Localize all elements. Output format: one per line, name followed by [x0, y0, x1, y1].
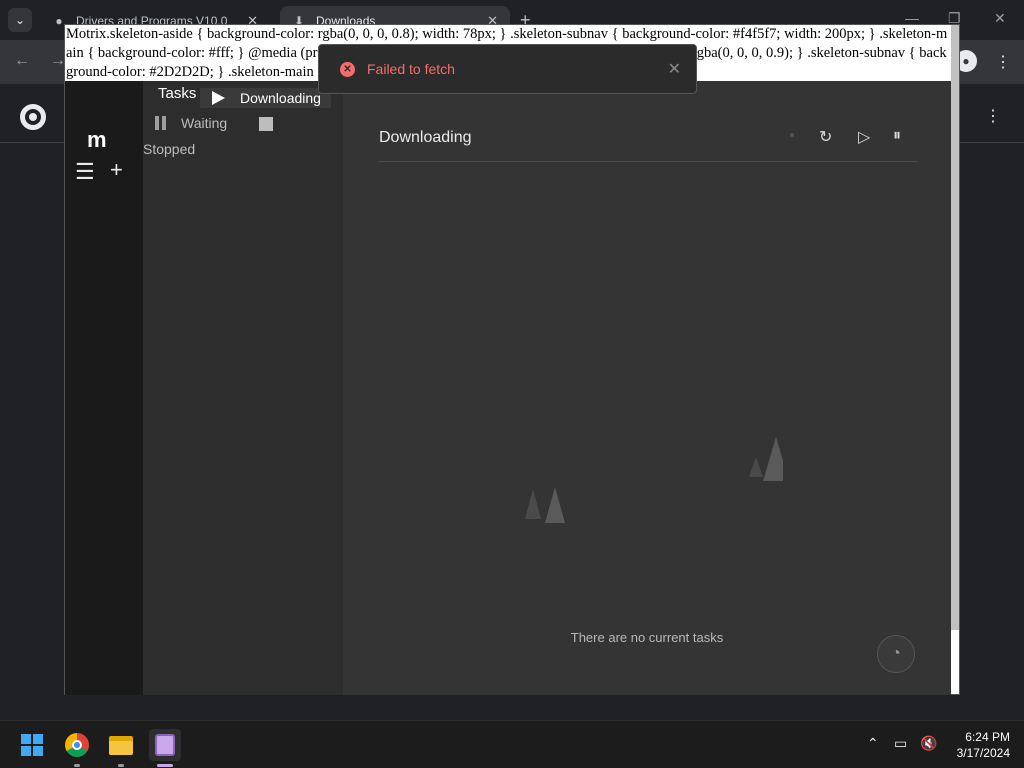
active-indicator [157, 764, 173, 767]
network-icon[interactable]: ▭ [894, 735, 907, 752]
resume-all-icon[interactable]: ▷ [858, 127, 870, 147]
header-divider [379, 161, 917, 162]
taskbar-file-explorer[interactable] [105, 729, 137, 767]
error-toast: ✕ Failed to fetch ✕ [318, 44, 697, 94]
windows-taskbar: ⌃ ▭ 🔇 6:24 PM 3/17/2024 [0, 720, 1024, 768]
empty-illustration [525, 437, 783, 523]
volume-muted-icon[interactable]: 🔇 [920, 735, 937, 752]
subnav-item-waiting[interactable]: Waiting [155, 115, 227, 131]
speedometer-icon[interactable]: ◔ [877, 635, 915, 673]
back-button[interactable]: ← [14, 52, 30, 70]
scrollbar[interactable] [951, 25, 959, 630]
play-icon [212, 91, 225, 105]
system-clock[interactable]: 6:24 PM 3/17/2024 [948, 729, 1010, 761]
chrome-menu-icon[interactable]: ⋮ [995, 52, 1011, 72]
running-indicator [74, 764, 80, 767]
taskbar-motrix[interactable] [149, 729, 181, 767]
pause-all-icon[interactable]: ⏸ [893, 127, 901, 145]
clock-time: 6:24 PM [965, 730, 1010, 744]
tree-shape [749, 457, 763, 477]
stop-icon[interactable] [259, 117, 273, 131]
subnav-item-label: Downloading [240, 90, 321, 106]
tree-shape [545, 487, 565, 523]
motrix-app-icon [155, 734, 175, 756]
subnav-item-label: Waiting [181, 115, 228, 131]
subnav-item-stopped[interactable]: Stopped [143, 141, 195, 157]
refresh-icon[interactable]: ↻ [819, 127, 832, 147]
close-window-icon[interactable]: ✕ [994, 10, 1006, 27]
error-icon: ✕ [340, 61, 355, 77]
tree-shape [763, 437, 783, 481]
clock-date: 3/17/2024 [956, 746, 1010, 760]
chevron-up-icon[interactable]: ⌃ [867, 735, 879, 752]
toast-message: Failed to fetch [367, 61, 455, 77]
empty-state-text: There are no current tasks [570, 630, 724, 645]
add-task-icon[interactable]: + [110, 157, 123, 183]
page-title: Downloading [379, 129, 472, 146]
motrix-main: Downloading ↻ ▷ ⏸ There are no current t… [343, 81, 951, 695]
taskbar-chrome[interactable] [61, 729, 93, 767]
menu-icon[interactable]: ☰ [75, 159, 95, 185]
chrome-logo-icon [20, 104, 46, 130]
windows-start-icon[interactable] [21, 734, 43, 756]
separator-dot [790, 133, 794, 137]
motrix-window: Motrix.skeleton-aside { background-color… [64, 24, 960, 695]
tab-search-button[interactable]: ⌄ [8, 8, 32, 32]
folder-icon [109, 735, 133, 755]
chrome-icon [65, 733, 89, 757]
subnav-item-downloading[interactable]: Downloading [200, 88, 331, 108]
page-menu-icon[interactable]: ⋮ [985, 106, 1001, 126]
subnav-item-label: Stopped [143, 141, 196, 157]
tree-shape [525, 489, 541, 519]
motrix-logo: m [87, 127, 107, 152]
motrix-aside: m ☰ + [65, 81, 143, 695]
subnav-title: Tasks [158, 85, 197, 102]
close-icon[interactable]: ✕ [668, 59, 681, 79]
pause-icon [155, 116, 166, 130]
running-indicator [118, 764, 124, 767]
motrix-subnav: Tasks Downloading Waiting Stopped [143, 81, 343, 695]
